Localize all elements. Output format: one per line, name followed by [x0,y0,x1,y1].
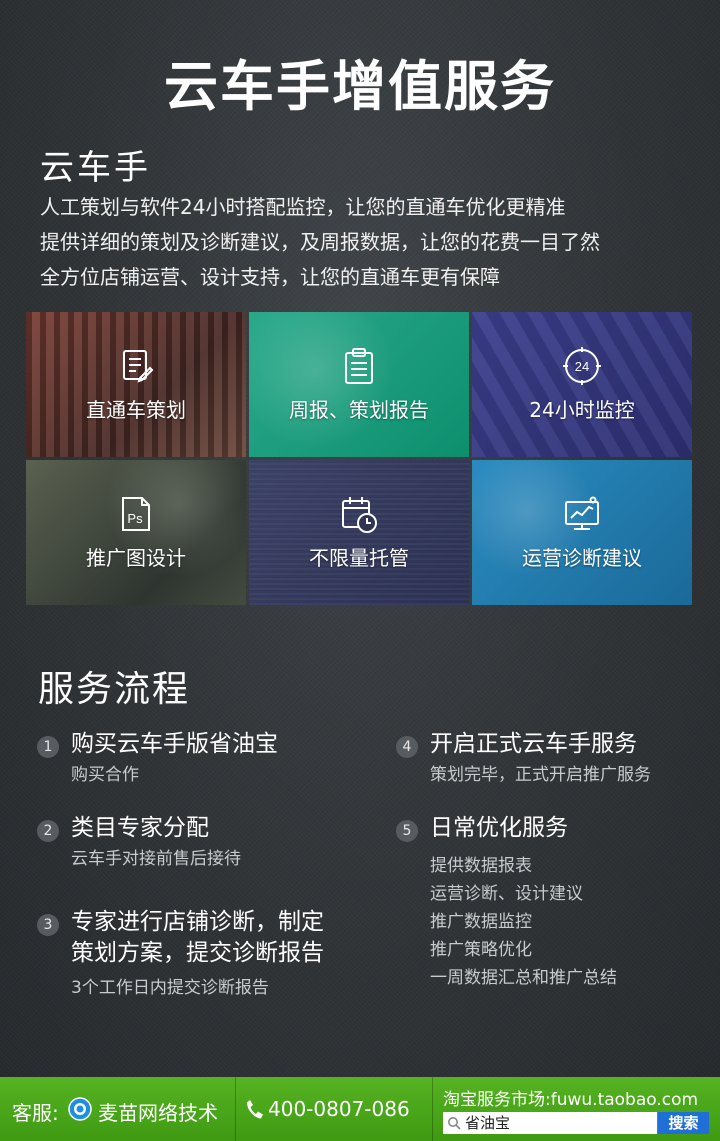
intro-line: 提供详细的策划及诊断建议，及周报数据，让您的花费一目了然 [40,230,600,254]
clipboard-icon [345,348,373,384]
intro-line: 全方位店铺运营、设计支持，让您的直通车更有保障 [40,265,500,289]
ps-label: Ps [127,511,143,526]
step-title: 专家进行店铺诊断，制定 [71,909,324,935]
step-title: 日常优化服务 [430,815,568,841]
step-title: 类目专家分配 [71,815,209,841]
flow-heading: 服务流程 [38,669,191,710]
brand-heading: 云车手 [40,148,151,188]
tile-label: 运营诊断建议 [522,546,642,570]
tile-design[interactable]: Ps 推广图设计 [26,460,246,605]
feature-grid: 直通车策划 周报、策划报告 24 24小时监控 Ps 推广图设计 不限量托管 运… [26,312,692,605]
step-number: 3 [37,914,59,936]
step-desc: 一周数据汇总和推广总结 [430,968,617,988]
step-desc: 策划完毕，正式开启推广服务 [430,765,651,785]
step-title: 购买云车手版省油宝 [71,731,278,757]
footer-divider [432,1077,433,1141]
service-label: 客服: [12,1101,59,1125]
step-desc: 推广数据监控 [430,912,532,932]
photoshop-icon: Ps [122,497,150,531]
search-icon [448,1117,461,1130]
calendar-clock-icon [342,497,377,533]
search-value: 省油宝 [465,1114,511,1132]
tile-hosting[interactable]: 不限量托管 [249,460,469,605]
phone-number: 400-0807-086 [268,1097,410,1121]
step-desc: 购买合作 [71,765,139,785]
intro-line: 人工策划与软件24小时搭配监控，让您的直通车优化更精准 [40,195,566,219]
chart-monitor-icon [565,496,599,530]
tile-label: 推广图设计 [86,546,186,570]
tile-monitor[interactable]: 24 24小时监控 [472,312,692,457]
clock-label: 24 [575,359,589,374]
step-desc: 运营诊断、设计建议 [430,884,583,904]
step-number: 4 [396,736,418,758]
footer-divider [235,1077,236,1141]
footer-bar: 客服: 麦苗网络技术 400-0807-086 淘宝服务市场:fuwu.taob… [0,1077,720,1141]
tile-label: 24小时监控 [529,398,635,422]
step-desc: 3个工作日内提交诊断报告 [71,978,269,998]
phone-icon [247,1100,263,1119]
clock-24-icon: 24 [563,347,601,385]
step-title: 开启正式云车手服务 [430,731,637,757]
search-input[interactable]: 省油宝 [443,1112,657,1134]
step-number: 5 [396,820,418,842]
step-desc: 提供数据报表 [430,856,532,876]
step-desc: 云车手对接前售后接待 [71,849,241,869]
tile-label: 不限量托管 [309,546,409,570]
tile-label: 周报、策划报告 [289,398,429,422]
search-button[interactable]: 搜索 [658,1112,709,1134]
chat-bubble-icon[interactable] [68,1097,92,1121]
company-link[interactable]: 麦苗网络技术 [98,1097,218,1126]
page-title: 云车手增值服务 [164,55,556,118]
tile-plan[interactable]: 直通车策划 [26,312,246,457]
step-number: 2 [37,820,59,842]
tile-diagnosis[interactable]: 运营诊断建议 [472,460,692,605]
step-desc: 推广策略优化 [430,940,532,960]
step-number: 1 [37,736,59,758]
tile-label: 直通车策划 [86,398,186,422]
tile-report[interactable]: 周报、策划报告 [249,312,469,457]
step-title: 策划方案，提交诊断报告 [71,940,324,966]
intro-text: 人工策划与软件24小时搭配监控，让您的直通车优化更精准 提供详细的策划及诊断建议… [40,190,600,295]
document-edit-icon [123,350,154,383]
market-link[interactable]: 淘宝服务市场:fuwu.taobao.com [443,1085,698,1110]
